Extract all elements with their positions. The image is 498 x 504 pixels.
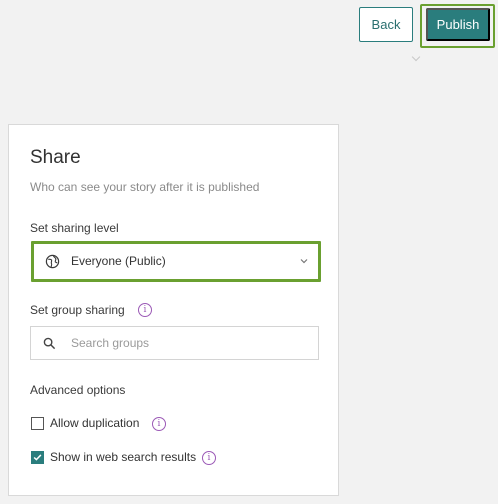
group-search-input[interactable]	[71, 327, 311, 359]
share-panel: Share Who can see your story after it is…	[8, 124, 339, 496]
group-sharing-label: Set group sharing	[30, 303, 125, 317]
chevron-down-icon	[300, 259, 308, 264]
globe-icon	[45, 254, 60, 269]
allow-duplication-label: Allow duplication	[50, 416, 140, 430]
panel-title: Share	[30, 147, 81, 168]
sharing-level-select[interactable]: Everyone (Public)	[35, 245, 317, 278]
publish-button[interactable]: Publish	[426, 8, 490, 41]
group-sharing-info-icon[interactable]: i	[138, 303, 152, 317]
cursor-indicator	[411, 52, 421, 62]
page: Back Publish Share Who can see your stor…	[0, 0, 498, 504]
sharing-level-value: Everyone (Public)	[71, 254, 166, 268]
group-search-field[interactable]	[30, 326, 319, 360]
show-in-web-search-info-icon[interactable]: i	[202, 451, 216, 465]
show-in-web-search-checkbox[interactable]	[31, 451, 44, 464]
allow-duplication-info-icon[interactable]: i	[152, 417, 166, 431]
sharing-level-label: Set sharing level	[30, 221, 119, 235]
search-icon	[43, 337, 56, 350]
back-button[interactable]: Back	[359, 7, 413, 42]
allow-duplication-checkbox[interactable]	[31, 417, 44, 430]
advanced-options-label: Advanced options	[30, 383, 126, 397]
show-in-web-search-label: Show in web search results	[50, 450, 197, 464]
panel-subtitle: Who can see your story after it is publi…	[30, 180, 260, 194]
checkmark-icon	[33, 454, 42, 461]
